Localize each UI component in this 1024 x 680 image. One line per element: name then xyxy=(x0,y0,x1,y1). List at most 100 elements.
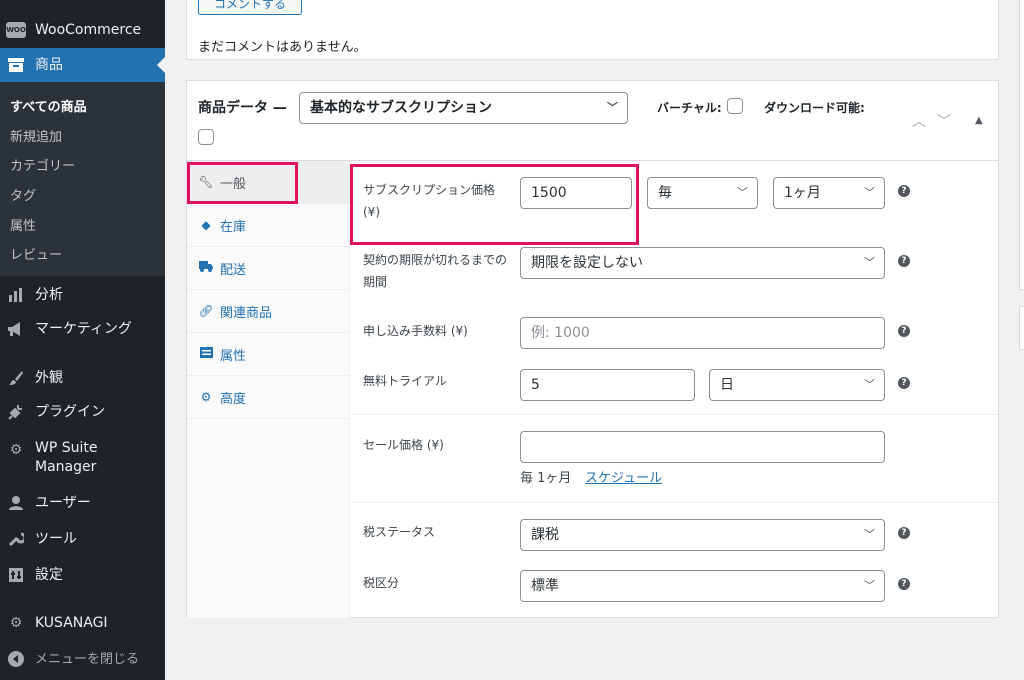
chart-bar-icon xyxy=(6,285,26,305)
gear-icon: ⚙ xyxy=(9,442,23,458)
menu-appearance-label: 外観 xyxy=(35,369,63,386)
billing-period-value: 1ヶ月 xyxy=(784,185,821,201)
tab-shipping[interactable]: 配送 xyxy=(187,247,350,290)
tax-status-select[interactable]: 課税 ﹀ xyxy=(520,519,885,551)
megaphone-icon xyxy=(6,319,26,339)
tax-class-value: 標準 xyxy=(531,578,559,594)
submenu-tags[interactable]: タグ xyxy=(10,185,36,204)
add-comment-button[interactable]: コメントする xyxy=(198,0,302,15)
tab-advanced[interactable]: ⚙ 高度 xyxy=(187,376,350,419)
sale-price-input[interactable] xyxy=(520,431,885,463)
chevron-down-icon: ﹀ xyxy=(864,579,875,592)
free-trial-input[interactable]: 5 xyxy=(520,369,695,401)
submenu-all-products[interactable]: すべての商品 xyxy=(10,96,87,115)
help-icon[interactable]: ? xyxy=(898,377,910,389)
menu-plugins[interactable]: プラグイン xyxy=(0,401,165,423)
help-icon[interactable]: ? xyxy=(898,255,910,267)
truck-icon xyxy=(198,261,214,275)
wrench-icon xyxy=(6,529,26,549)
link-icon: 🔗︎ xyxy=(198,304,214,318)
toggle-panel-icon[interactable]: ▲ xyxy=(975,115,983,126)
sale-period-note: 毎 1ヶ月 xyxy=(520,471,572,486)
no-comments-text: まだコメントはありません。 xyxy=(198,40,367,55)
schedule-link[interactable]: スケジュール xyxy=(585,467,662,486)
archive-icon xyxy=(6,55,26,75)
submenu-attributes[interactable]: 属性 xyxy=(10,215,36,234)
tab-inventory[interactable]: ◆ 在庫 xyxy=(187,204,350,247)
submenu-categories[interactable]: カテゴリー xyxy=(10,155,75,174)
tax-status-value: 課税 xyxy=(531,527,559,543)
gear-icon: ⚙ xyxy=(9,615,23,631)
plugin-icon xyxy=(6,402,26,422)
tax-class-select[interactable]: 標準 ﹀ xyxy=(520,570,885,602)
menu-woocommerce[interactable]: WOO WooCommerce xyxy=(0,18,165,42)
billing-interval-value: 毎 xyxy=(658,185,672,201)
menu-tools-label: ツール xyxy=(35,530,77,547)
right-panel-edge-2 xyxy=(1019,306,1024,350)
tab-attributes[interactable]: 属性 xyxy=(187,333,350,376)
woocommerce-icon: WOO xyxy=(6,20,26,40)
submenu-add-new[interactable]: 新規追加 xyxy=(10,126,62,145)
product-data-tabs: 🔧︎ 一般 ◆ 在庫 配送 🔗︎ 関連商品 属性 ⚙ 高度 xyxy=(187,161,350,618)
gear-icon: ⚙ xyxy=(200,390,212,404)
menu-users[interactable]: ユーザー xyxy=(0,492,165,514)
sale-price-label: セール価格 (¥) xyxy=(363,438,444,452)
menu-wp-suite-manager[interactable]: ⚙ WP Suite Manager xyxy=(0,439,165,479)
user-icon xyxy=(6,493,26,513)
free-trial-period-select[interactable]: 日 ﹀ xyxy=(709,369,885,401)
virtual-label: バーチャル: xyxy=(657,101,722,115)
menu-analytics-label: 分析 xyxy=(35,286,63,303)
menu-kusanagi[interactable]: ⚙ KUSANAGI xyxy=(0,612,165,634)
list-icon xyxy=(198,347,214,361)
virtual-checkbox[interactable] xyxy=(727,98,743,114)
product-data-panel: 商品データ — 基本的なサブスクリプション ﹀ バーチャル: ダウンロード可能:… xyxy=(186,80,999,618)
tag-icon: ◆ xyxy=(201,218,211,232)
tab-inventory-label: 在庫 xyxy=(220,219,247,235)
divider xyxy=(350,414,998,415)
expire-label: 契約の期限が切れるまでの 期間 xyxy=(363,253,508,289)
right-panel-edge xyxy=(1019,0,1024,290)
expire-select[interactable]: 期限を設定しない ﹀ xyxy=(520,247,885,279)
divider xyxy=(350,502,998,503)
admin-sidebar: WOO WooCommerce 商品 すべての商品 新規追加 カテゴリー タグ … xyxy=(0,0,165,680)
product-type-value: 基本的なサブスクリプション xyxy=(310,100,492,116)
menu-woocommerce-label: WooCommerce xyxy=(35,21,142,38)
menu-collapse[interactable]: メニューを閉じる xyxy=(0,648,165,670)
move-up-icon[interactable]: ︿ xyxy=(912,111,926,131)
menu-products[interactable]: 商品 xyxy=(0,48,165,82)
help-icon[interactable]: ? xyxy=(898,185,910,197)
help-icon[interactable]: ? xyxy=(898,527,910,539)
billing-period-select[interactable]: 1ヶ月 ﹀ xyxy=(773,177,885,209)
help-icon[interactable]: ? xyxy=(898,578,910,590)
chevron-down-icon: ﹀ xyxy=(864,378,875,391)
submenu-reviews[interactable]: レビュー xyxy=(10,244,62,263)
settings-icon xyxy=(6,565,26,585)
chevron-down-icon: ﹀ xyxy=(864,256,875,269)
menu-appearance[interactable]: 外観 xyxy=(0,367,165,389)
menu-products-label: 商品 xyxy=(35,56,63,73)
signup-fee-input[interactable]: 例: 1000 xyxy=(520,317,885,349)
menu-settings-label: 設定 xyxy=(35,566,63,583)
tab-advanced-label: 高度 xyxy=(220,391,247,407)
free-trial-label: 無料トライアル xyxy=(363,374,447,388)
product-type-select[interactable]: 基本的なサブスクリプション ﹀ xyxy=(299,92,628,124)
help-icon[interactable]: ? xyxy=(898,325,910,337)
menu-marketing[interactable]: マーケティング xyxy=(0,318,165,340)
paintbrush-icon xyxy=(6,368,26,388)
menu-collapse-label: メニューを閉じる xyxy=(35,651,140,667)
billing-interval-select[interactable]: 毎 ﹀ xyxy=(647,177,758,209)
product-data-title: 商品データ — xyxy=(198,100,287,116)
tab-attributes-label: 属性 xyxy=(220,348,247,364)
menu-plugins-label: プラグイン xyxy=(35,403,105,420)
downloadable-checkbox[interactable] xyxy=(198,129,214,145)
price-highlight-box xyxy=(350,164,639,245)
menu-users-label: ユーザー xyxy=(35,494,91,511)
menu-tools[interactable]: ツール xyxy=(0,528,165,550)
move-down-icon[interactable]: ﹀ xyxy=(937,111,951,131)
tab-linked-products[interactable]: 🔗︎ 関連商品 xyxy=(187,290,350,333)
expire-value: 期限を設定しない xyxy=(531,255,643,271)
menu-settings[interactable]: 設定 xyxy=(0,564,165,586)
menu-analytics[interactable]: 分析 xyxy=(0,284,165,306)
comments-box: コメントする まだコメントはありません。 xyxy=(186,0,999,60)
menu-kusanagi-label: KUSANAGI xyxy=(35,614,108,631)
